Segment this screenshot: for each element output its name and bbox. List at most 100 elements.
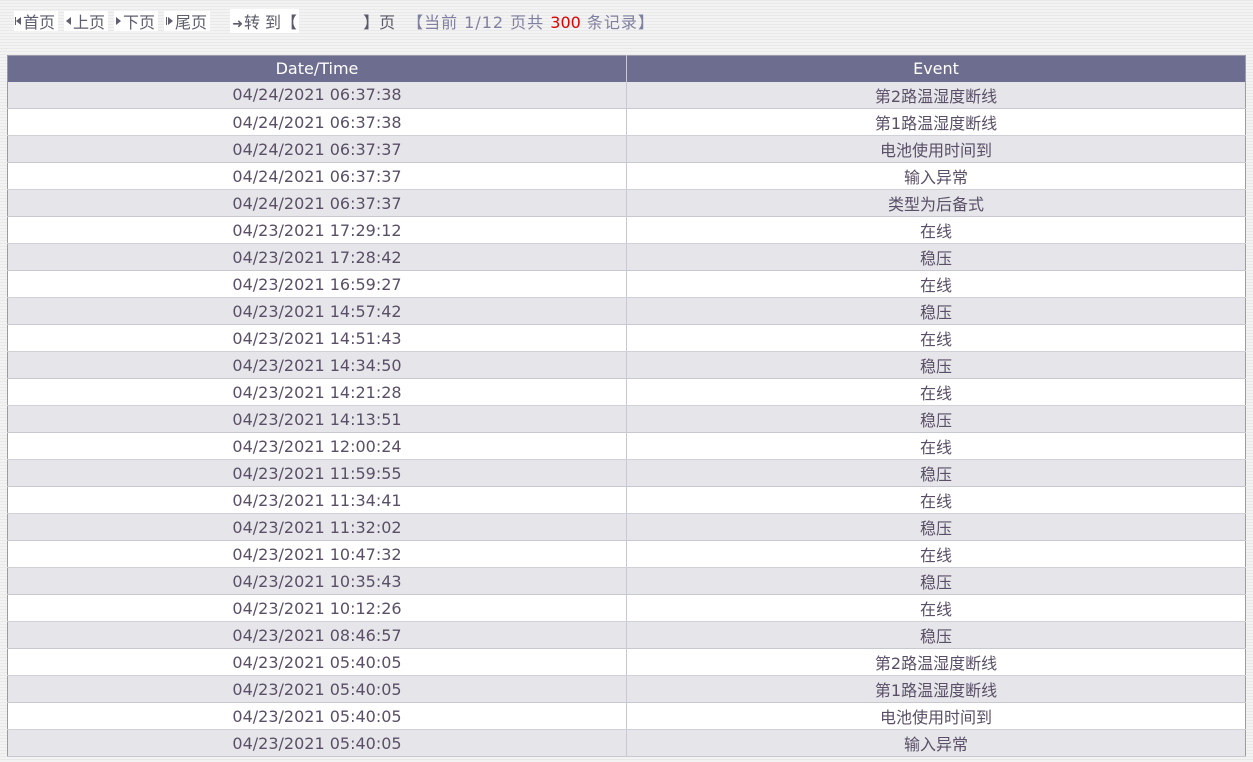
event-log-table: Date/Time Event 04/24/2021 06:37:38 第2路温湿…	[7, 55, 1246, 757]
datetime-column-header: Date/Time	[7, 55, 627, 82]
datetime-cell: 04/23/2021 11:34:41	[7, 486, 627, 514]
status-suffix: 条记录】	[580, 13, 655, 32]
event-cell: 电池使用时间到	[626, 135, 1246, 163]
pagination-bar: 首页 上页 下页 尾页 ➜转 到【 】页 【当前 1/12 页共 300 条记录…	[14, 9, 655, 33]
datetime-cell: 04/23/2021 11:32:02	[7, 513, 627, 541]
goto-suffix-label: 】页	[363, 13, 396, 32]
goto-arrow-icon: ➜	[232, 17, 243, 32]
datetime-cell: 04/24/2021 06:37:37	[7, 162, 627, 190]
event-cell: 在线	[626, 432, 1246, 460]
datetime-cell: 04/23/2021 05:40:05	[7, 702, 627, 730]
last-page-icon	[166, 17, 174, 25]
event-cell: 类型为后备式	[626, 189, 1246, 217]
datetime-cell: 04/23/2021 05:40:05	[7, 675, 627, 703]
event-cell: 电池使用时间到	[626, 702, 1246, 730]
event-cell: 稳压	[626, 351, 1246, 379]
event-column-header: Event	[626, 55, 1246, 82]
next-page-label: 下页	[123, 13, 156, 32]
datetime-cell: 04/23/2021 17:29:12	[7, 216, 627, 244]
datetime-cell: 04/23/2021 10:47:32	[7, 540, 627, 568]
table-row: 04/23/2021 16:59:27 在线	[7, 270, 1246, 298]
table-row: 04/24/2021 06:37:37 电池使用时间到	[7, 135, 1246, 163]
first-page-icon	[15, 17, 21, 25]
event-cell: 在线	[626, 486, 1246, 514]
datetime-cell: 04/23/2021 14:57:42	[7, 297, 627, 325]
table-row: 04/23/2021 08:46:57 稳压	[7, 621, 1246, 649]
table-row: 04/23/2021 14:21:28 在线	[7, 378, 1246, 406]
datetime-cell: 04/23/2021 11:59:55	[7, 459, 627, 487]
goto-prefix-label: 转 到【	[243, 13, 298, 32]
table-row: 04/23/2021 11:34:41 在线	[7, 486, 1246, 514]
first-page-button[interactable]: 首页	[14, 11, 59, 32]
table-row: 04/23/2021 17:28:42 稳压	[7, 243, 1246, 271]
first-page-label: 首页	[23, 13, 56, 32]
table-row: 04/23/2021 10:12:26 在线	[7, 594, 1246, 622]
event-cell: 稳压	[626, 621, 1246, 649]
event-cell: 稳压	[626, 405, 1246, 433]
prev-page-button[interactable]: 上页	[64, 11, 109, 32]
datetime-cell: 04/24/2021 06:37:37	[7, 135, 627, 163]
table-row: 04/24/2021 06:37:38 第1路温湿度断线	[7, 108, 1246, 136]
event-cell: 稳压	[626, 243, 1246, 271]
goto-page: ➜转 到【 】页	[230, 9, 395, 33]
prev-page-label: 上页	[73, 13, 106, 32]
table-row: 04/23/2021 05:40:05 第1路温湿度断线	[7, 675, 1246, 703]
table-body: 04/24/2021 06:37:38 第2路温湿度断线 04/24/2021 06…	[7, 81, 1246, 757]
datetime-cell: 04/23/2021 10:12:26	[7, 594, 627, 622]
datetime-cell: 04/23/2021 10:35:43	[7, 567, 627, 595]
datetime-cell: 04/23/2021 14:21:28	[7, 378, 627, 406]
table-row: 04/23/2021 11:59:55 稳压	[7, 459, 1246, 487]
next-page-button[interactable]: 下页	[114, 11, 159, 32]
last-page-button[interactable]: 尾页	[164, 11, 211, 32]
event-cell: 第1路温湿度断线	[626, 675, 1246, 703]
event-cell: 稳压	[626, 459, 1246, 487]
table-row: 04/23/2021 14:57:42 稳压	[7, 297, 1246, 325]
event-cell: 在线	[626, 216, 1246, 244]
datetime-cell: 04/24/2021 06:37:38	[7, 108, 627, 136]
table-row: 04/23/2021 12:00:24 在线	[7, 432, 1246, 460]
event-cell: 稳压	[626, 513, 1246, 541]
datetime-cell: 04/23/2021 17:28:42	[7, 243, 627, 271]
datetime-cell: 04/24/2021 06:37:37	[7, 189, 627, 217]
datetime-cell: 04/23/2021 05:40:05	[7, 648, 627, 676]
event-cell: 第1路温湿度断线	[626, 108, 1246, 136]
record-count: 300	[550, 13, 581, 32]
table-row: 04/23/2021 05:40:05 输入异常	[7, 729, 1246, 757]
event-cell: 在线	[626, 594, 1246, 622]
datetime-cell: 04/23/2021 05:40:05	[7, 729, 627, 757]
table-row: 04/23/2021 10:47:32 在线	[7, 540, 1246, 568]
prev-page-icon	[66, 17, 72, 25]
next-page-icon	[116, 17, 122, 25]
datetime-cell: 04/23/2021 14:34:50	[7, 351, 627, 379]
last-page-label: 尾页	[175, 13, 208, 32]
event-cell: 稳压	[626, 567, 1246, 595]
table-row: 04/23/2021 11:32:02 稳压	[7, 513, 1246, 541]
status-prefix: 【当前 1/12 页共	[407, 13, 551, 32]
table-row: 04/23/2021 05:40:05 电池使用时间到	[7, 702, 1246, 730]
table-row: 04/23/2021 14:34:50 稳压	[7, 351, 1246, 379]
datetime-cell: 04/23/2021 08:46:57	[7, 621, 627, 649]
event-cell: 第2路温湿度断线	[626, 81, 1246, 109]
datetime-cell: 04/23/2021 12:00:24	[7, 432, 627, 460]
table-row: 04/24/2021 06:37:37 类型为后备式	[7, 189, 1246, 217]
table-row: 04/24/2021 06:37:38 第2路温湿度断线	[7, 81, 1246, 109]
event-cell: 在线	[626, 378, 1246, 406]
datetime-cell: 04/24/2021 06:37:38	[7, 81, 627, 109]
table-row: 04/23/2021 05:40:05 第2路温湿度断线	[7, 648, 1246, 676]
goto-button[interactable]: ➜转 到【	[230, 9, 300, 33]
table-row: 04/24/2021 06:37:37 输入异常	[7, 162, 1246, 190]
event-cell: 输入异常	[626, 729, 1246, 757]
event-cell: 第2路温湿度断线	[626, 648, 1246, 676]
table-row: 04/23/2021 14:13:51 稳压	[7, 405, 1246, 433]
event-cell: 在线	[626, 270, 1246, 298]
table-row: 04/23/2021 14:51:43 在线	[7, 324, 1246, 352]
event-cell: 输入异常	[626, 162, 1246, 190]
datetime-cell: 04/23/2021 14:51:43	[7, 324, 627, 352]
table-header-row: Date/Time Event	[7, 55, 1246, 82]
table-row: 04/23/2021 17:29:12 在线	[7, 216, 1246, 244]
goto-page-input[interactable]	[301, 11, 362, 31]
datetime-cell: 04/23/2021 14:13:51	[7, 405, 627, 433]
event-cell: 在线	[626, 324, 1246, 352]
event-cell: 稳压	[626, 297, 1246, 325]
datetime-cell: 04/23/2021 16:59:27	[7, 270, 627, 298]
